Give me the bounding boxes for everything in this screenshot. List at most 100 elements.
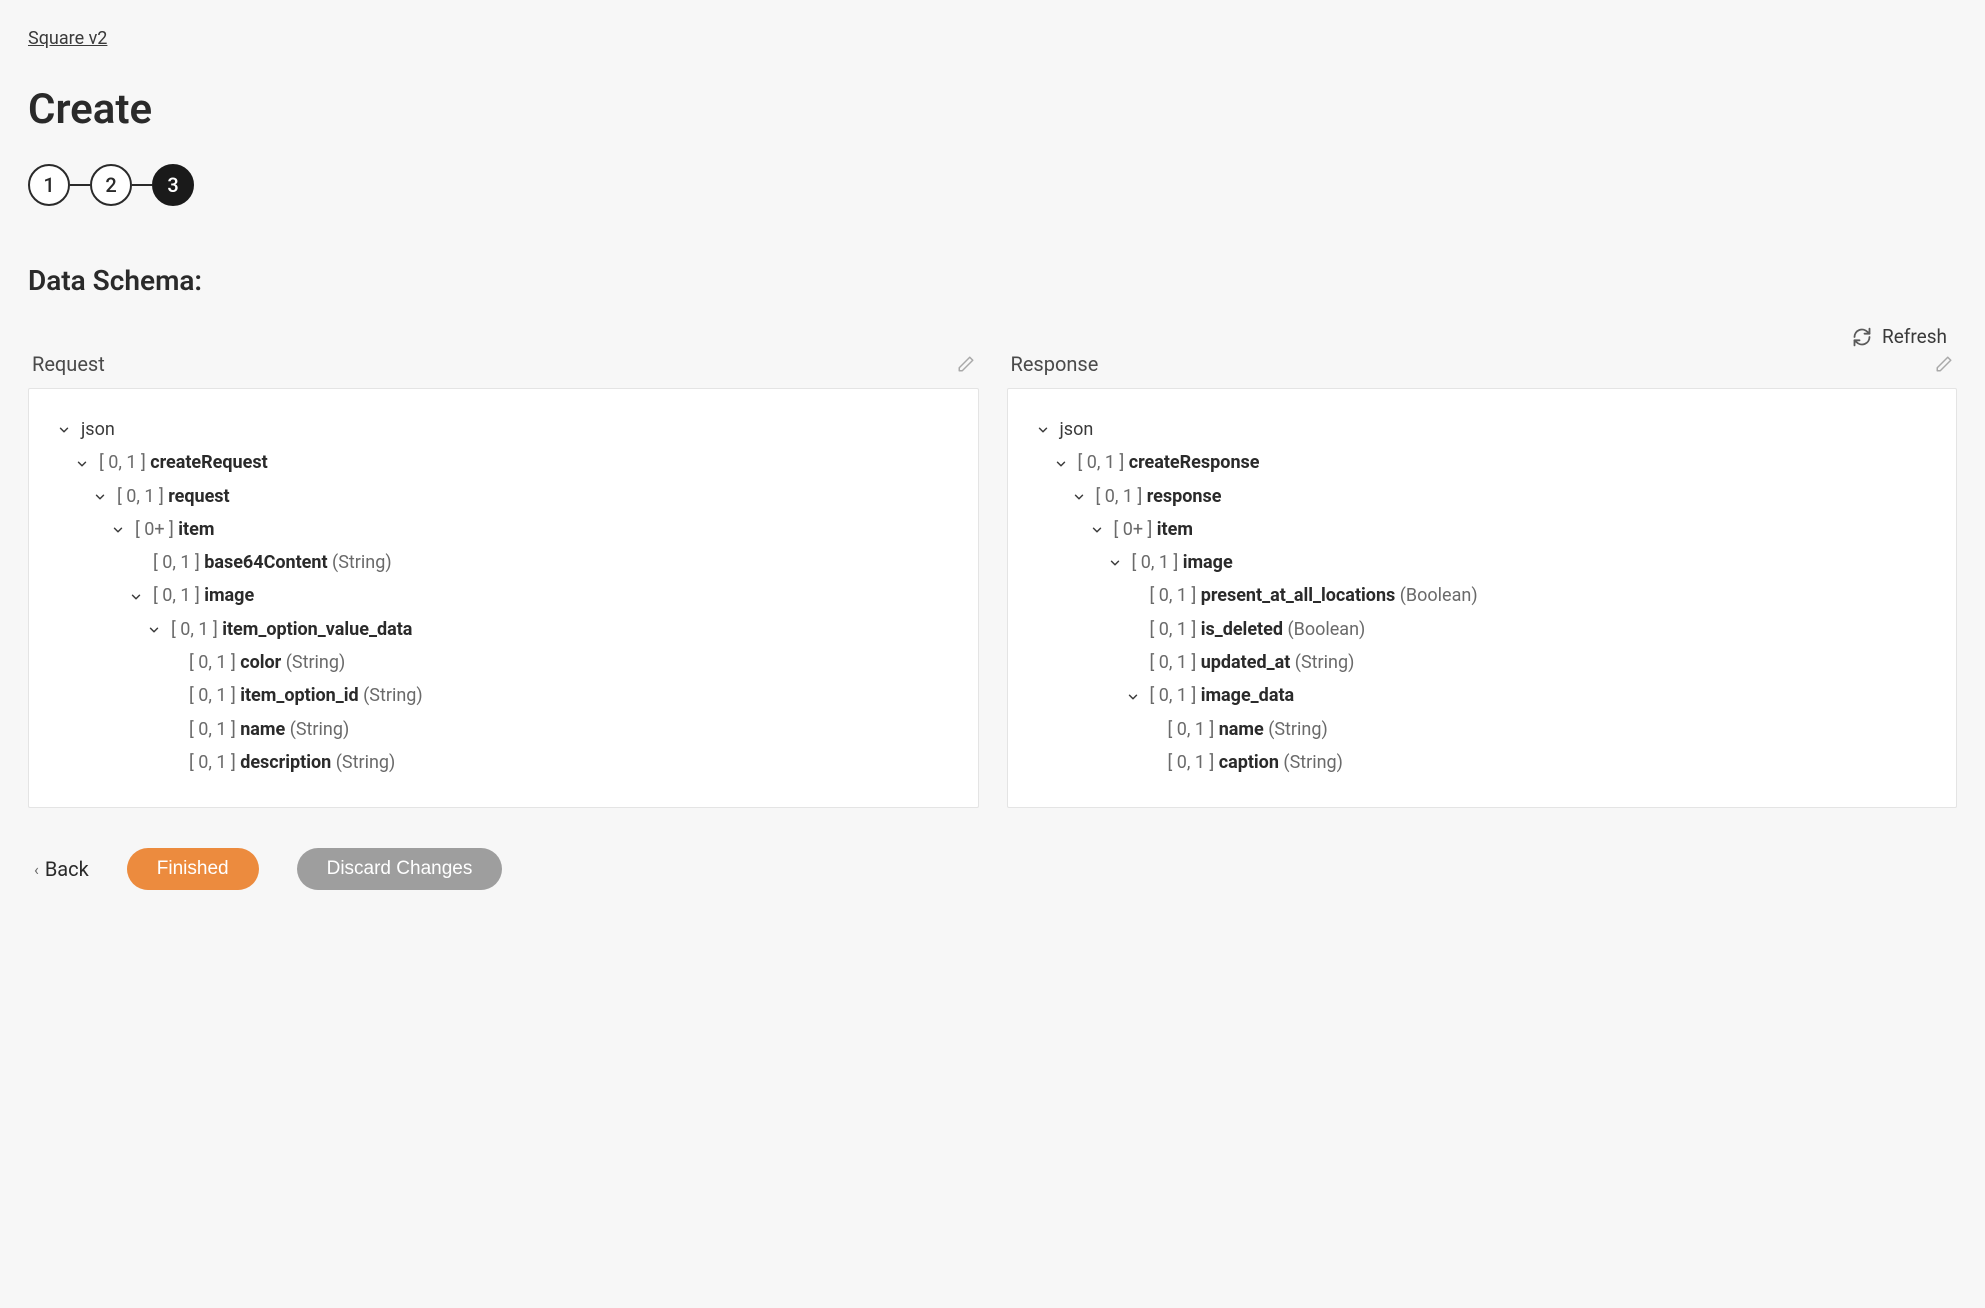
tree-cardinality: [ 0+ ]	[135, 519, 178, 540]
tree-node[interactable]: [ 0+ ] item	[1036, 513, 1929, 546]
tree-cardinality: [ 0, 1 ]	[1150, 585, 1201, 606]
tree-field-name: request	[168, 486, 229, 507]
section-title: Data Schema:	[28, 264, 1957, 297]
tree-cardinality: [ 0, 1 ]	[189, 752, 240, 773]
tree-cardinality: [ 0, 1 ]	[189, 685, 240, 706]
tree-field-name: item	[1157, 519, 1193, 540]
tree-cardinality: [ 0, 1 ]	[189, 652, 240, 673]
tree-field-name: color	[240, 652, 281, 673]
page-title: Create	[28, 85, 1957, 134]
tree-field-name: item_option_id	[240, 685, 358, 706]
tree-node[interactable]: [ 0, 1 ] item_option_value_data	[57, 613, 950, 646]
step-2[interactable]: 2	[90, 164, 132, 206]
tree-field-type: (Boolean)	[1395, 585, 1477, 606]
tree-field-name: image	[204, 585, 254, 606]
tree-cardinality: [ 0, 1 ]	[171, 619, 222, 640]
tree-cardinality: [ 0, 1 ]	[1096, 486, 1147, 507]
tree-field-name: image	[1183, 552, 1233, 573]
response-header: Response	[1011, 352, 1099, 376]
back-button[interactable]: ‹ Back	[34, 857, 89, 881]
tree-node[interactable]: json	[57, 413, 950, 446]
tree-field-name: updated_at	[1201, 652, 1291, 673]
tree-field-type: (String)	[1279, 752, 1343, 773]
tree-cardinality: [ 0, 1 ]	[1132, 552, 1183, 573]
tree-node[interactable]: [ 0, 1 ] request	[57, 480, 950, 513]
chevron-down-icon[interactable]	[147, 623, 165, 637]
tree-label: json	[81, 419, 115, 440]
tree-field-name: createRequest	[150, 452, 268, 473]
tree-cardinality: [ 0, 1 ]	[1150, 652, 1201, 673]
step-3[interactable]: 3	[152, 164, 194, 206]
step-connector	[132, 184, 152, 186]
tree-cardinality: [ 0+ ]	[1114, 519, 1157, 540]
chevron-down-icon[interactable]	[1126, 690, 1144, 704]
tree-field-name: is_deleted	[1201, 619, 1283, 640]
response-panel: Response json[ 0, 1 ] createResponse[ 0,…	[1007, 352, 1958, 808]
tree-node[interactable]: [ 0, 1 ] response	[1036, 480, 1929, 513]
tree-cardinality: [ 0, 1 ]	[117, 486, 168, 507]
tree-cardinality: [ 0, 1 ]	[1150, 619, 1201, 640]
tree-node: [ 0, 1 ] name (String)	[57, 713, 950, 746]
tree-node[interactable]: [ 0+ ] item	[57, 513, 950, 546]
stepper: 123	[28, 164, 1957, 206]
tree-field-type: (Boolean)	[1283, 619, 1365, 640]
tree-node: [ 0, 1 ] present_at_all_locations (Boole…	[1036, 579, 1929, 612]
breadcrumb-link[interactable]: Square v2	[28, 28, 107, 49]
tree-node: [ 0, 1 ] is_deleted (Boolean)	[1036, 613, 1929, 646]
chevron-down-icon[interactable]	[93, 490, 111, 504]
tree-cardinality: [ 0, 1 ]	[1150, 685, 1201, 706]
chevron-down-icon[interactable]	[1072, 490, 1090, 504]
discard-changes-button[interactable]: Discard Changes	[297, 848, 503, 890]
tree-field-name: present_at_all_locations	[1201, 585, 1396, 606]
tree-label: json	[1060, 419, 1094, 440]
tree-node[interactable]: [ 0, 1 ] image_data	[1036, 679, 1929, 712]
tree-node: [ 0, 1 ] description (String)	[57, 746, 950, 779]
tree-node[interactable]: [ 0, 1 ] image	[57, 579, 950, 612]
chevron-down-icon[interactable]	[129, 590, 147, 604]
tree-field-name: image_data	[1201, 685, 1295, 706]
tree-cardinality: [ 0, 1 ]	[1168, 719, 1219, 740]
request-panel: Request json[ 0, 1 ] createRequest[ 0, 1…	[28, 352, 979, 808]
finished-button[interactable]: Finished	[127, 848, 259, 890]
tree-node[interactable]: [ 0, 1 ] createRequest	[57, 446, 950, 479]
tree-field-name: description	[240, 752, 331, 773]
pencil-icon[interactable]	[957, 355, 975, 373]
tree-node: [ 0, 1 ] caption (String)	[1036, 746, 1929, 779]
tree-field-type: (String)	[1290, 652, 1354, 673]
tree-field-name: name	[1219, 719, 1264, 740]
tree-field-type: (String)	[1264, 719, 1328, 740]
tree-node: [ 0, 1 ] base64Content (String)	[57, 546, 950, 579]
tree-cardinality: [ 0, 1 ]	[1078, 452, 1129, 473]
refresh-button[interactable]: Refresh	[1882, 325, 1947, 348]
tree-cardinality: [ 0, 1 ]	[153, 552, 204, 573]
step-1[interactable]: 1	[28, 164, 70, 206]
chevron-left-icon: ‹	[34, 860, 39, 879]
chevron-down-icon[interactable]	[111, 523, 129, 537]
chevron-down-icon[interactable]	[1036, 423, 1054, 437]
tree-field-type: (String)	[328, 552, 392, 573]
tree-node[interactable]: json	[1036, 413, 1929, 446]
chevron-down-icon[interactable]	[1090, 523, 1108, 537]
tree-node: [ 0, 1 ] color (String)	[57, 646, 950, 679]
chevron-down-icon[interactable]	[1108, 556, 1126, 570]
tree-cardinality: [ 0, 1 ]	[99, 452, 150, 473]
tree-node[interactable]: [ 0, 1 ] image	[1036, 546, 1929, 579]
request-header: Request	[32, 352, 105, 376]
tree-field-type: (String)	[285, 719, 349, 740]
tree-field-name: response	[1147, 486, 1222, 507]
refresh-icon[interactable]	[1852, 327, 1872, 347]
chevron-down-icon[interactable]	[1054, 457, 1072, 471]
tree-node: [ 0, 1 ] updated_at (String)	[1036, 646, 1929, 679]
tree-field-type: (String)	[359, 685, 423, 706]
tree-field-name: createResponse	[1129, 452, 1260, 473]
tree-node[interactable]: [ 0, 1 ] createResponse	[1036, 446, 1929, 479]
back-label: Back	[45, 857, 89, 881]
tree-field-type: (String)	[331, 752, 395, 773]
tree-cardinality: [ 0, 1 ]	[153, 585, 204, 606]
tree-cardinality: [ 0, 1 ]	[189, 719, 240, 740]
pencil-icon[interactable]	[1935, 355, 1953, 373]
chevron-down-icon[interactable]	[57, 423, 75, 437]
tree-node: [ 0, 1 ] name (String)	[1036, 713, 1929, 746]
chevron-down-icon[interactable]	[75, 457, 93, 471]
tree-field-name: item	[178, 519, 214, 540]
